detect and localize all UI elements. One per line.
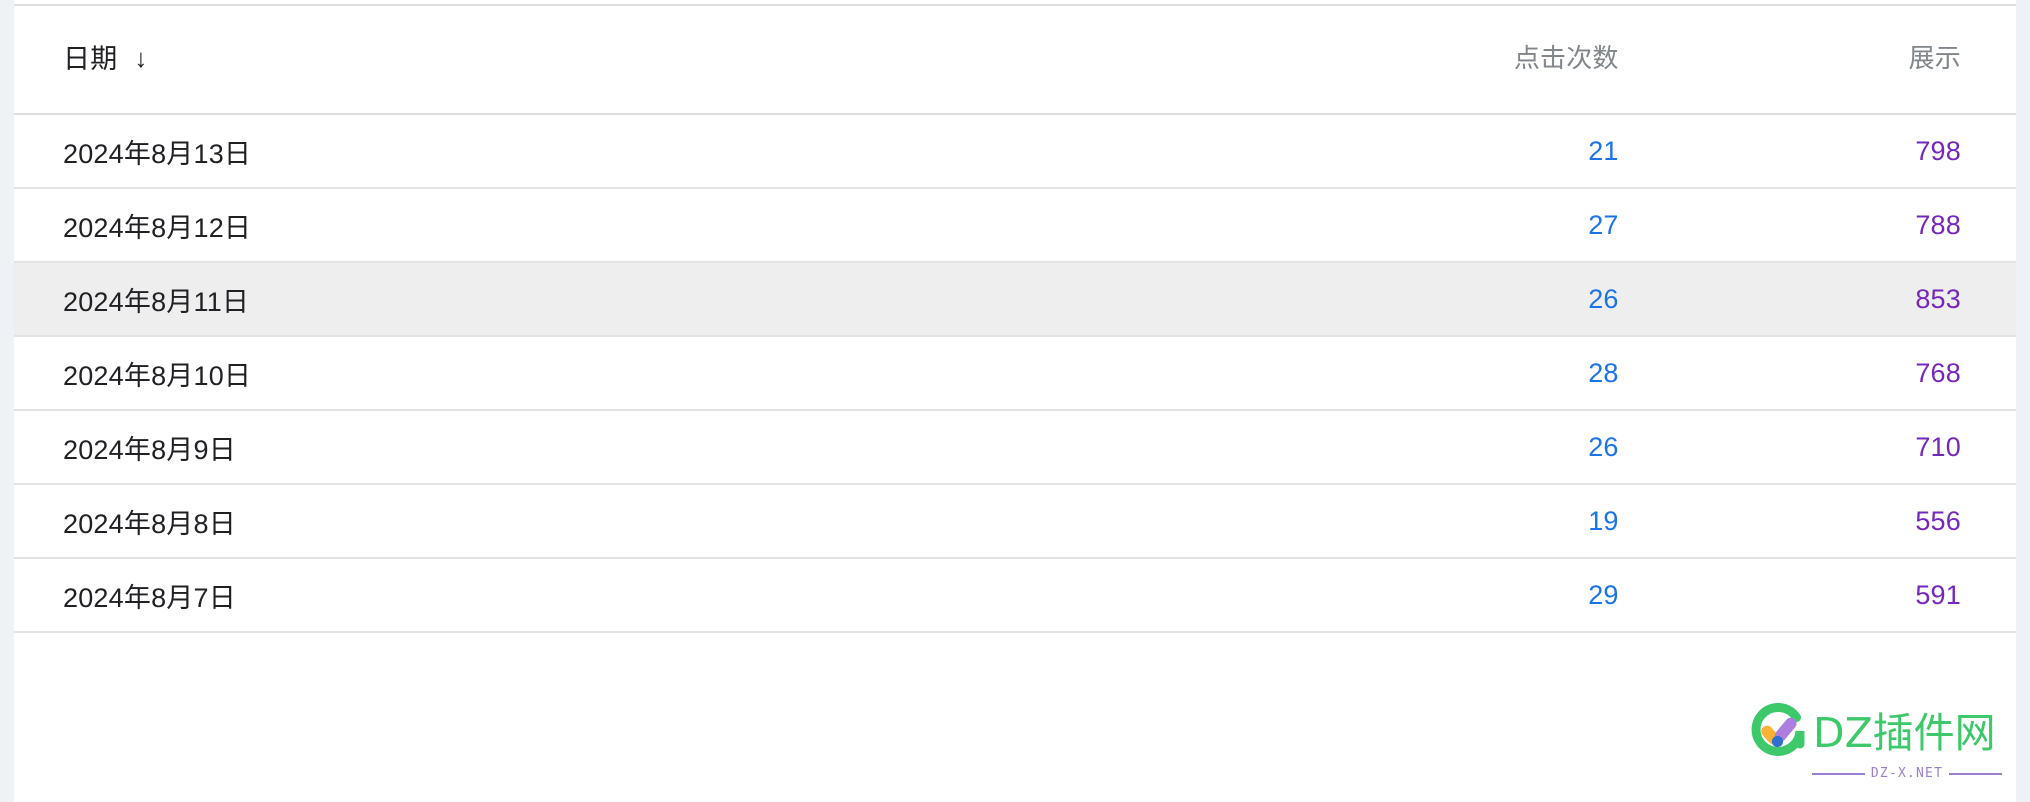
watermark-brand-text: DZ插件网 [1813, 709, 1996, 757]
column-header-impressions[interactable]: 展示 [1655, 0, 2016, 115]
table-row[interactable]: 2024年8月8日 19 556 [14, 484, 2016, 559]
cell-date: 2024年8月10日 [14, 336, 1136, 411]
table-row[interactable]: 2024年8月9日 26 710 [14, 410, 2016, 485]
cell-impressions: 710 [1655, 410, 2016, 485]
cell-impressions: 556 [1655, 484, 2016, 559]
column-header-date[interactable]: 日期 ↓ [14, 0, 1136, 115]
watermark-rule-left [1812, 772, 1865, 775]
cell-date: 2024年8月8日 [14, 484, 1136, 559]
column-header-impressions-label: 展示 [1908, 43, 1961, 73]
table-row[interactable]: 2024年8月12日 27 788 [14, 188, 2016, 263]
watermark-rule-right [1949, 772, 2002, 775]
cell-clicks: 26 [1135, 262, 1656, 337]
cell-impressions: 853 [1655, 262, 2016, 337]
performance-table: 日期 ↓ 点击次数 展示 2024年8月13日 21 798 2024年8月12日 27… [14, 0, 2016, 633]
cell-clicks: 28 [1135, 336, 1656, 411]
cell-clicks: 21 [1135, 114, 1656, 189]
cell-date: 2024年8月12日 [14, 188, 1136, 263]
table-body: 2024年8月13日 21 798 2024年8月12日 27 788 2024年8月11日… [14, 114, 2016, 633]
table-top-divider [14, 4, 2016, 6]
column-header-clicks-label: 点击次数 [1513, 43, 1619, 73]
column-header-date-label: 日期 [63, 44, 118, 74]
cell-clicks: 27 [1135, 188, 1656, 263]
table-row[interactable]: 2024年8月7日 29 591 [14, 558, 2016, 633]
table-row[interactable]: 2024年8月13日 21 798 [14, 114, 2016, 189]
table-row[interactable]: 2024年8月11日 26 853 [14, 262, 2016, 337]
cell-impressions: 788 [1655, 188, 2016, 263]
performance-table-card: 日期 ↓ 点击次数 展示 2024年8月13日 21 798 2024年8月12日 27… [14, 0, 2016, 802]
page-shell: 日期 ↓ 点击次数 展示 2024年8月13日 21 798 2024年8月12日 27… [0, 0, 2030, 802]
table-header: 日期 ↓ 点击次数 展示 [14, 0, 2016, 115]
cell-clicks: 26 [1135, 410, 1656, 485]
cell-date: 2024年8月7日 [14, 558, 1136, 633]
cell-impressions: 798 [1655, 114, 2016, 189]
cell-clicks: 19 [1135, 484, 1656, 559]
column-header-clicks[interactable]: 点击次数 [1135, 0, 1656, 115]
watermark-domain-text: DZ-X.NET [1870, 766, 1944, 781]
cell-impressions: 768 [1655, 336, 2016, 411]
arrow-down-icon: ↓ [134, 42, 148, 73]
cell-impressions: 591 [1655, 558, 2016, 633]
cell-date: 2024年8月13日 [14, 114, 1136, 189]
table-header-row: 日期 ↓ 点击次数 展示 [14, 0, 2016, 115]
cell-date: 2024年8月11日 [14, 262, 1136, 337]
dz-check-circle-icon [1750, 703, 1806, 764]
cell-clicks: 29 [1135, 558, 1656, 633]
cell-date: 2024年8月9日 [14, 410, 1136, 485]
site-watermark: DZ插件网 DZ-X.NET [1750, 703, 2002, 780]
table-row[interactable]: 2024年8月10日 28 768 [14, 336, 2016, 411]
